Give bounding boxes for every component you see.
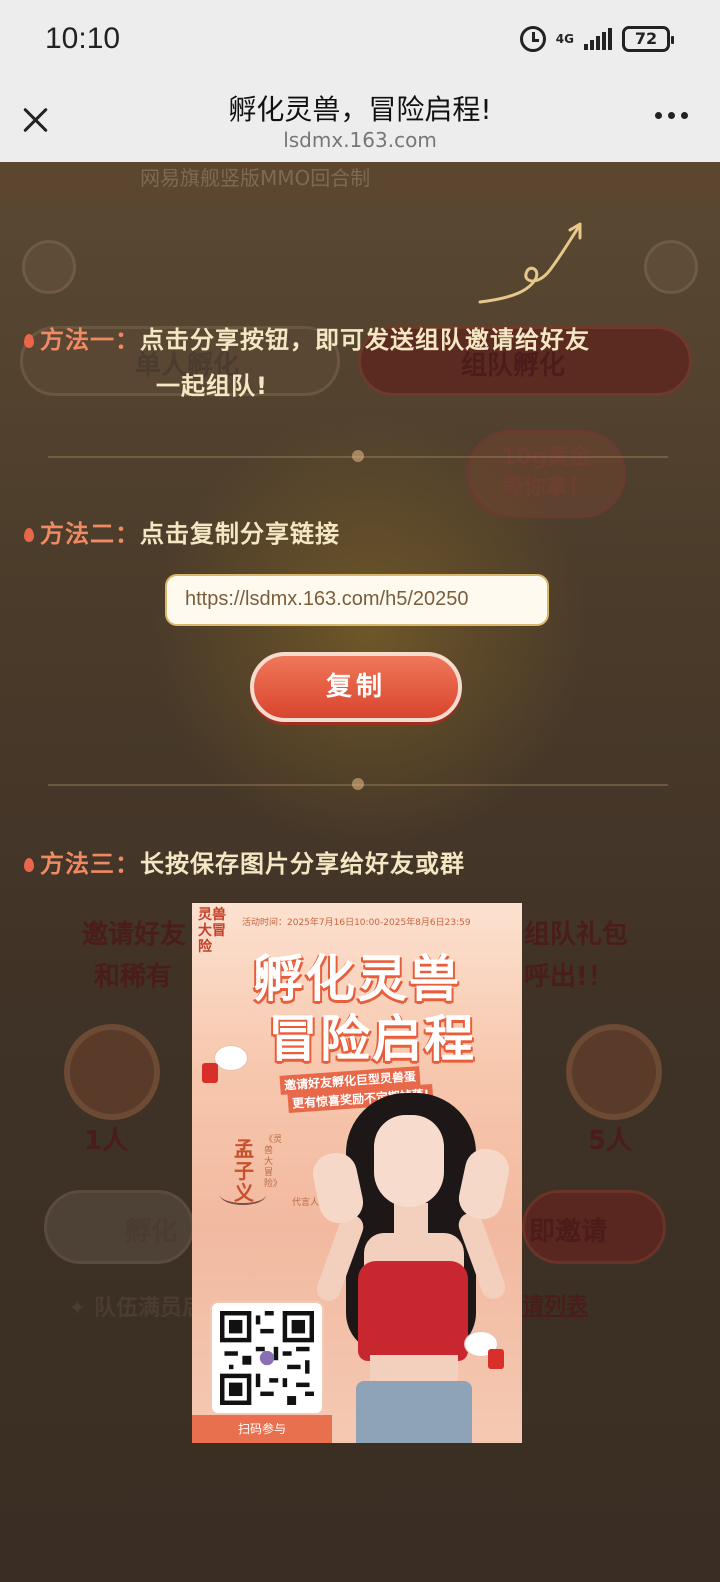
page-url: lsdmx.163.com [283, 128, 437, 152]
copy-button[interactable]: 复制 [250, 652, 462, 722]
red-envelope-icon [488, 1349, 504, 1369]
method-two-label: 方法二： [40, 520, 140, 548]
more-icon[interactable] [655, 112, 688, 119]
battery-icon: 72 [622, 26, 674, 52]
invite-text-left-2: 和稀有 [94, 962, 173, 992]
poster-title-line2: 冒险启程 [268, 1010, 476, 1068]
method-three-text: 长按保存图片分享给好友或群 [140, 850, 465, 878]
egg-5 [566, 1024, 662, 1120]
drop-icon [24, 528, 34, 542]
status-icons: 4G 72 [519, 26, 674, 52]
gold-reward-line1: 10g黄金 [500, 445, 592, 470]
method-one-text: 点击分享按钮，即可发送组队邀请给好友 [140, 326, 590, 354]
method-one: 方法一：点击分享按钮，即可发送组队邀请给好友 [24, 320, 590, 355]
banner-text: 网易旗舰竖版MMO回合制 [140, 166, 371, 190]
back-icon[interactable] [22, 240, 76, 294]
gold-reward-line2: 等你拿！ [501, 475, 590, 500]
drop-icon [24, 334, 34, 348]
status-time: 10:10 [45, 22, 121, 55]
red-envelope-icon [202, 1063, 218, 1083]
game-logo: 灵兽大冒险 [198, 907, 226, 955]
gold-reward-badge: 10g黄金 等你拿！ [466, 430, 626, 518]
share-link-field[interactable]: https://lsdmx.163.com/h5/20250 [165, 574, 549, 626]
qr-caption: 扫码参与 [192, 1415, 332, 1443]
method-three-label: 方法三： [40, 850, 140, 878]
hatch-button-label: 孵化 [125, 1217, 178, 1247]
invite-text-right-1: 组队礼包 [524, 920, 629, 950]
mascot-icon [214, 1045, 248, 1071]
method-one-label: 方法一： [40, 326, 140, 354]
help-icon[interactable] [644, 240, 698, 294]
invite-now-label: 即邀请 [529, 1217, 608, 1247]
label-1-person: 1人 [84, 1126, 129, 1156]
invite-text-left-1: 邀请好友 [82, 920, 187, 950]
status-bar: 10:10 4G 72 [0, 0, 720, 82]
divider-ornament [352, 450, 364, 462]
invite-now-button[interactable]: 即邀请 [522, 1190, 666, 1264]
celebrity-game: 《灵兽大冒险》 [264, 1135, 283, 1189]
celebrity-photo [309, 1093, 522, 1443]
arrow-hint-icon [478, 222, 582, 304]
activity-time: 活动时间：2025年7月16日10:00-2025年8月6日23:59 [242, 918, 471, 928]
signal-icon [584, 28, 612, 50]
browser-header: 孵化灵兽，冒险启程! lsdmx.163.com [0, 82, 720, 162]
invite-text-right-2: 呼出!！ [524, 962, 614, 992]
qr-code-icon [220, 1311, 314, 1405]
hatch-button[interactable]: 孵化 [44, 1190, 194, 1264]
team-full-note: ✦ 队伍满员后 [68, 1296, 205, 1321]
method-two: 方法二：点击复制分享链接 [24, 514, 340, 549]
divider-ornament [352, 778, 364, 790]
qr-code [210, 1301, 324, 1415]
invite-list-link[interactable]: 请列表 [522, 1288, 588, 1320]
share-poster[interactable]: 灵兽大冒险 活动时间：2025年7月16日10:00-2025年8月6日23:5… [192, 903, 522, 1443]
network-type: 4G [555, 32, 574, 46]
game-banner: 网易旗舰竖版MMO回合制 [0, 162, 720, 202]
egg-1 [64, 1024, 160, 1120]
alarm-icon [519, 26, 546, 52]
label-5-person: 5人 [588, 1126, 633, 1156]
method-one-continued: 一起组队! [156, 372, 268, 400]
page-title: 孵化灵兽，冒险启程! [228, 93, 492, 126]
method-three: 方法三：长按保存图片分享给好友或群 [24, 844, 465, 879]
method-two-text: 点击复制分享链接 [140, 520, 340, 548]
signature [220, 1185, 266, 1205]
drop-icon [24, 858, 34, 872]
